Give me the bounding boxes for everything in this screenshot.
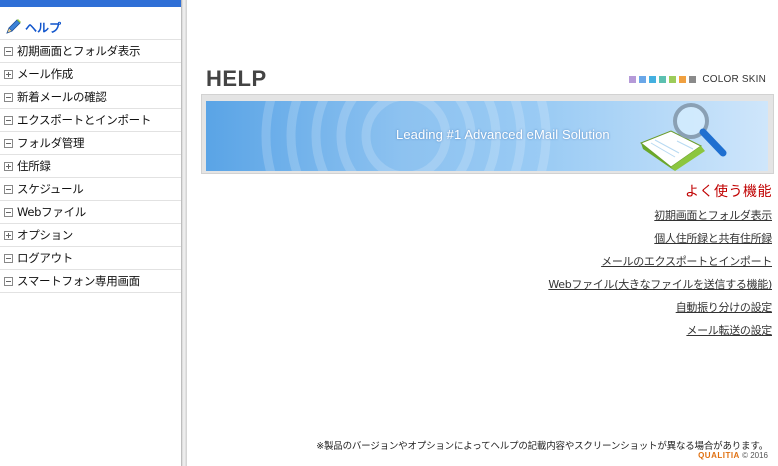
sidebar-item-compose[interactable]: メール作成 [0, 62, 181, 85]
sidebar-item-label: 初期画面とフォルダ表示 [17, 44, 141, 58]
sidebar-item-label: フォルダ管理 [17, 136, 85, 150]
pencil-icon [6, 19, 21, 34]
brand-name: QUALITIA [698, 451, 740, 460]
link-initial-screen[interactable]: 初期画面とフォルダ表示 [548, 204, 772, 227]
minus-box-icon[interactable] [4, 115, 13, 125]
frequent-links: 初期画面とフォルダ表示 個人住所録と共有住所録 メールのエクスポートとインポート… [548, 204, 772, 342]
sidebar-item-label: 住所録 [17, 159, 51, 173]
minus-box-icon[interactable] [4, 276, 13, 286]
link-mail-forward[interactable]: メール転送の設定 [548, 319, 772, 342]
sidebar-item-label: スマートフォン専用画面 [17, 274, 140, 288]
page-title: HELP [206, 66, 267, 91]
sidebar-header: ヘルプ [4, 16, 180, 38]
sidebar-item-schedule[interactable]: スケジュール [0, 177, 181, 200]
sidebar-item-options[interactable]: オプション [0, 223, 181, 246]
sidebar-top-bar [0, 0, 181, 7]
link-address-books[interactable]: 個人住所録と共有住所録 [548, 227, 772, 250]
minus-box-icon[interactable] [4, 207, 13, 217]
color-swatch[interactable] [639, 76, 647, 83]
book-magnifier-icon [640, 103, 727, 171]
sidebar-item-label: ログアウト [17, 251, 73, 265]
sidebar-menu: 初期画面とフォルダ表示 メール作成 新着メールの確認 エクスポートとインポート … [0, 39, 181, 293]
minus-box-icon[interactable] [4, 253, 13, 263]
banner-tagline: Leading #1 Advanced eMail Solution [396, 127, 610, 142]
sidebar-item-initial-screen[interactable]: 初期画面とフォルダ表示 [0, 39, 181, 62]
sidebar-item-new-mail[interactable]: 新着メールの確認 [0, 85, 181, 108]
color-swatch[interactable] [629, 76, 637, 83]
minus-box-icon[interactable] [4, 92, 13, 102]
minus-box-icon[interactable] [4, 184, 13, 194]
color-swatch[interactable] [669, 76, 677, 83]
sidebar-item-address-book[interactable]: 住所録 [0, 154, 181, 177]
minus-box-icon[interactable] [4, 138, 13, 148]
color-swatch[interactable] [689, 76, 697, 83]
link-auto-sort[interactable]: 自動振り分けの設定 [548, 296, 773, 319]
plus-box-icon[interactable] [4, 161, 13, 171]
sidebar-item-web-file[interactable]: Webファイル [0, 200, 181, 223]
sidebar: ヘルプ 初期画面とフォルダ表示 メール作成 新着メールの確認 エクスポートとイン… [0, 0, 181, 466]
sidebar-item-export-import[interactable]: エクスポートとインポート [0, 108, 181, 131]
color-skin-label: COLOR SKIN [702, 74, 766, 85]
color-swatch[interactable] [679, 76, 687, 83]
main-content: HELP COLOR SKIN Leading #1 Advanced eMai… [186, 0, 778, 466]
sidebar-item-label: メール作成 [17, 67, 73, 81]
sidebar-item-label: スケジュール [17, 182, 84, 196]
plus-box-icon[interactable] [4, 230, 13, 240]
sidebar-item-label: エクスポートとインポート [17, 113, 152, 127]
plus-box-icon[interactable] [4, 69, 13, 79]
minus-box-icon[interactable] [4, 46, 13, 56]
sidebar-item-label: Webファイル [17, 205, 86, 219]
sidebar-item-label: 新着メールの確認 [17, 90, 107, 104]
section-title-frequent: よく使う機能 [685, 184, 772, 200]
link-web-file[interactable]: Webファイル(大きなファイルを送信する機能) [548, 273, 772, 296]
footer-note: ※製品のバージョンやオプションによってヘルプの記載内容やスクリーンショットが異な… [316, 441, 768, 452]
sidebar-item-folder-management[interactable]: フォルダ管理 [0, 131, 181, 154]
sidebar-item-smartphone[interactable]: スマートフォン専用画面 [0, 269, 181, 293]
color-swatch[interactable] [659, 76, 667, 83]
link-export-import[interactable]: メールのエクスポートとインポート [548, 250, 772, 273]
color-swatch[interactable] [649, 76, 657, 83]
copyright-year: © 2016 [742, 451, 768, 460]
sidebar-item-label: オプション [17, 228, 73, 242]
color-skin-selector: COLOR SKIN [629, 74, 766, 85]
sidebar-title[interactable]: ヘルプ [25, 19, 61, 36]
copyright: QUALITIA © 2016 [698, 451, 768, 460]
sidebar-item-logout[interactable]: ログアウト [0, 246, 181, 269]
banner: Leading #1 Advanced eMail Solution [206, 101, 768, 171]
